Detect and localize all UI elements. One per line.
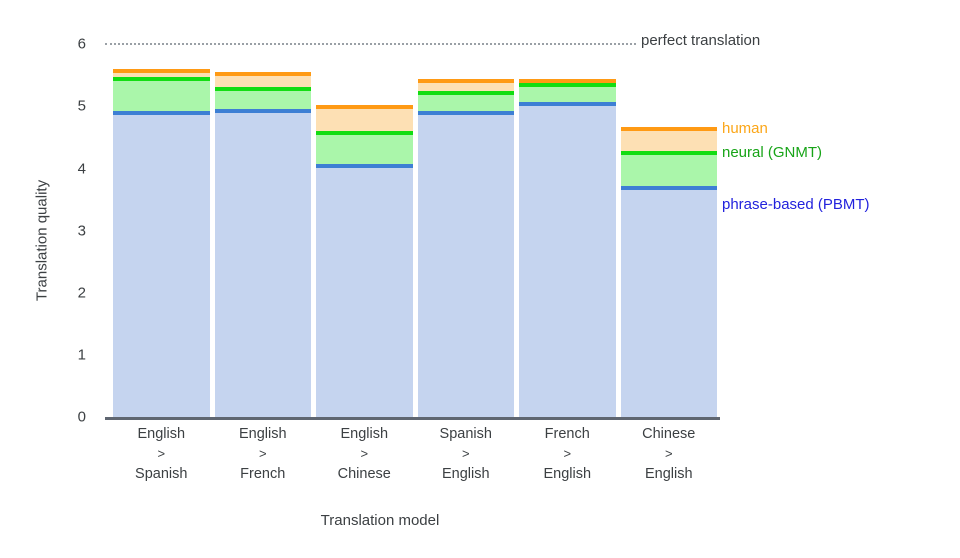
bar-segment-pbmt [316, 165, 413, 417]
x-label-target: English [644, 465, 693, 482]
bars-area [113, 44, 717, 417]
translation-quality-chart: Translation quality Translation model 6 … [0, 0, 960, 558]
bar-level-line-pbmt [620, 186, 717, 191]
bar-level-line-human [417, 79, 514, 84]
bar-level-line-human [620, 127, 717, 132]
legend-item-neural-gnmt[interactable]: neural (GNMT) [722, 144, 822, 161]
bar-level-line-human [113, 69, 210, 74]
y-tick-2: 2 [77, 284, 86, 302]
bar-segment-pbmt [519, 104, 616, 417]
bar-group[interactable] [316, 44, 413, 417]
bar-segment-pbmt [214, 111, 311, 417]
bar-level-line-pbmt [214, 109, 311, 114]
bar-group[interactable] [113, 44, 210, 417]
x-label-target: English [543, 465, 592, 482]
bar-level-line-gnmt [113, 77, 210, 82]
x-axis-line [105, 417, 720, 420]
x-label-target: Spanish [135, 465, 188, 482]
x-axis-title: Translation model [320, 512, 440, 529]
x-axis-label: Spanish > English [418, 424, 515, 485]
bar-level-line-gnmt [214, 87, 311, 92]
bar-level-line-human [316, 104, 413, 109]
bar-group[interactable] [214, 44, 311, 417]
x-label-source: English [137, 426, 186, 442]
x-label-source: French [544, 426, 590, 442]
x-label-arrow: > [461, 446, 470, 462]
x-label-target: English [441, 465, 490, 482]
bar-segment-pbmt [417, 113, 514, 417]
bar-level-line-human [214, 72, 311, 77]
bar-level-line-gnmt [519, 83, 616, 88]
x-label-arrow: > [157, 446, 166, 462]
x-axis-label: French > English [519, 424, 616, 485]
y-tick-0: 0 [77, 408, 86, 426]
bar-segment-pbmt [620, 188, 717, 417]
bar-group[interactable] [620, 44, 717, 417]
bar-level-line-gnmt [316, 130, 413, 135]
x-label-arrow: > [360, 446, 369, 462]
y-tick-3: 3 [77, 222, 86, 240]
bar-level-line-gnmt [620, 150, 717, 155]
legend-item-phrase-based-pbmt[interactable]: phrase-based (PBMT) [722, 196, 870, 213]
bar-level-line-pbmt [113, 111, 210, 116]
x-label-source: English [340, 426, 389, 442]
x-label-source: English [238, 426, 287, 442]
x-axis-label: Chinese > English [621, 424, 718, 485]
bar-level-line-pbmt [519, 102, 616, 107]
x-axis-label: English > French [215, 424, 312, 485]
x-axis-label: English > Chinese [316, 424, 413, 485]
x-label-arrow: > [258, 446, 267, 462]
bar-level-line-gnmt [417, 90, 514, 95]
x-label-source: Chinese [642, 426, 696, 442]
x-label-arrow: > [563, 446, 572, 462]
x-axis-label: English > Spanish [113, 424, 210, 485]
y-tick-4: 4 [77, 160, 86, 178]
y-tick-1: 1 [77, 346, 86, 364]
legend-item-human[interactable]: human [722, 120, 768, 137]
x-label-arrow: > [664, 446, 673, 462]
x-label-target: Chinese [337, 465, 391, 482]
bar-segment-pbmt [113, 113, 210, 417]
bar-group[interactable] [417, 44, 514, 417]
x-label-source: Spanish [439, 426, 492, 442]
y-tick-5: 5 [77, 97, 86, 115]
bar-level-line-pbmt [316, 163, 413, 168]
bar-group[interactable] [519, 44, 616, 417]
y-tick-6: 6 [77, 35, 86, 53]
x-label-target: French [240, 465, 286, 482]
bar-level-line-pbmt [417, 111, 514, 116]
